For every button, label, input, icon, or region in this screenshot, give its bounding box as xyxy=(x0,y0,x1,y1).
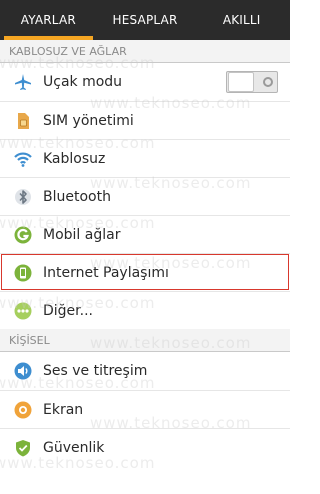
settings-item-mobile-networks[interactable]: Mobil ağlar xyxy=(0,215,290,253)
settings-item-airplane-mode[interactable]: Uçak modu xyxy=(0,63,290,101)
tab-ayarlar[interactable]: AYARLAR xyxy=(0,0,97,40)
toggle-off-indicator xyxy=(263,77,273,87)
tab-label: HESAPLAR xyxy=(112,13,178,27)
airplane-mode-toggle[interactable] xyxy=(226,71,278,93)
tab-bar: AYARLAR HESAPLAR AKILLI xyxy=(0,0,290,40)
airplane-icon xyxy=(13,72,33,92)
tab-label: AYARLAR xyxy=(20,13,76,27)
tethering-icon xyxy=(13,263,33,283)
mobile-network-icon xyxy=(13,225,33,245)
settings-list: KABLOSUZ VE AĞLAR Uçak modu SIM yönetimi xyxy=(0,40,290,494)
section-header-wireless: KABLOSUZ VE AĞLAR xyxy=(0,40,290,63)
tab-akilli[interactable]: AKILLI xyxy=(193,0,290,40)
settings-item-wifi[interactable]: Kablosuz xyxy=(0,139,290,177)
settings-item-label: Uçak modu xyxy=(43,74,123,90)
bluetooth-icon xyxy=(13,187,33,207)
settings-item-label: Diğer... xyxy=(43,302,93,319)
sim-card-icon xyxy=(13,111,33,131)
settings-item-sim-management[interactable]: SIM yönetimi xyxy=(0,101,290,139)
settings-item-bluetooth[interactable]: Bluetooth xyxy=(0,177,290,215)
toggle-knob xyxy=(228,72,254,92)
tab-label: AKILLI xyxy=(222,13,261,27)
speaker-icon xyxy=(13,361,33,381)
settings-item-label: Bluetooth xyxy=(43,188,111,205)
settings-item-more[interactable]: Diğer... xyxy=(0,291,290,329)
settings-item-label: SIM yönetimi xyxy=(43,112,134,129)
settings-item-label: Mobil ağlar xyxy=(43,226,121,243)
settings-item-sound[interactable]: Ses ve titreşim xyxy=(0,352,290,390)
more-dots-icon xyxy=(13,301,33,321)
section-header-personal: KİŞİSEL xyxy=(0,329,290,352)
wifi-icon xyxy=(13,149,33,169)
settings-item-internet-sharing[interactable]: Internet Paylaşımı xyxy=(0,253,290,291)
shield-icon xyxy=(13,438,33,458)
settings-item-label: Ekran xyxy=(43,401,84,418)
settings-item-display[interactable]: Ekran xyxy=(0,390,290,428)
settings-item-label: Güvenlik xyxy=(43,439,105,456)
settings-item-label: Kablosuz xyxy=(43,150,106,167)
settings-item-label: Internet Paylaşımı xyxy=(43,264,169,281)
settings-item-label: Ses ve titreşim xyxy=(43,363,148,379)
tab-hesaplar[interactable]: HESAPLAR xyxy=(97,0,194,40)
settings-item-security[interactable]: Güvenlik xyxy=(0,428,290,466)
brightness-icon xyxy=(13,400,33,420)
